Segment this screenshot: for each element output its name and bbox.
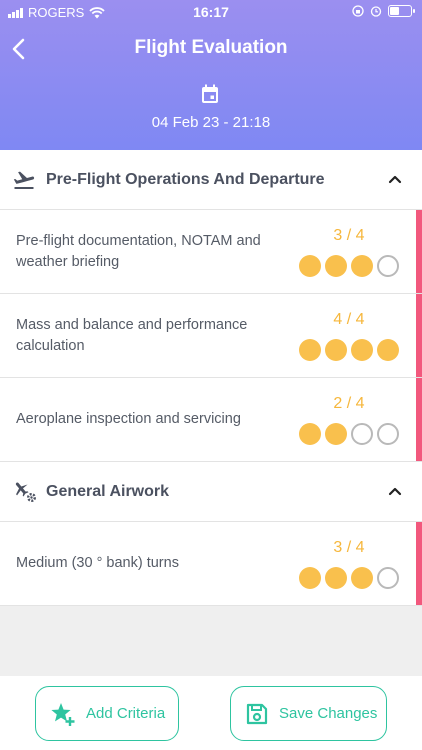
rating-dot-empty[interactable] [377,423,399,445]
criteria-row-mass-balance[interactable]: Mass and balance and performance calcula… [0,294,422,378]
rating-dot-filled[interactable] [351,339,373,361]
section-header-pre-flight[interactable]: Pre-Flight Operations And Departure [0,150,422,210]
row-marker [416,378,422,461]
criteria-label: Mass and balance and performance calcula… [16,316,248,354]
chevron-up-icon [388,175,402,184]
add-criteria-button[interactable]: Add Criteria [35,686,179,741]
alarm-icon [370,6,382,17]
page-title: Flight Evaluation [134,37,288,58]
rating-dot-filled[interactable] [299,567,321,589]
rating-dot-filled[interactable] [325,255,347,277]
score-label: 4 / 4 [333,311,365,328]
criteria-label: Medium (30 ° bank) turns [16,555,179,571]
score-label: 3 / 4 [333,227,365,244]
bottom-action-bar: Add Criteria Save Changes [0,676,422,750]
rating-dot-filled[interactable] [299,339,321,361]
star-add-icon [51,702,75,726]
rating-dot-filled[interactable] [299,423,321,445]
evaluation-list: Pre-Flight Operations And Departure Pre-… [0,150,422,606]
save-icon [246,703,268,724]
section-title: Pre-Flight Operations And Departure [46,170,325,188]
status-bar: ROGERS 16:17 [0,0,422,24]
evaluation-date: 04 Feb 23 - 21:18 [151,114,271,131]
score-label: 3 / 4 [333,539,365,556]
section-title: General Airwork [46,482,170,500]
rating-dot-filled[interactable] [351,255,373,277]
chevron-up-icon [388,487,402,496]
criteria-row-preflight-documentation[interactable]: Pre-flight documentation, NOTAM and weat… [0,210,422,294]
rating-dot-filled[interactable] [325,339,347,361]
rating-dot-filled[interactable] [325,423,347,445]
save-changes-button[interactable]: Save Changes [230,686,387,741]
battery-icon [388,5,415,17]
rating-dot-filled[interactable] [351,567,373,589]
rating[interactable] [299,255,399,277]
save-changes-label: Save Changes [279,705,378,722]
rating-dot-filled[interactable] [299,255,321,277]
rating[interactable] [299,567,399,589]
airplane-takeoff-icon [13,171,35,189]
criteria-label: Aeroplane inspection and servicing [16,411,241,427]
criteria-label: Pre-flight documentation, NOTAM and weat… [16,232,261,270]
rating-dot-filled[interactable] [325,567,347,589]
row-marker [416,294,422,377]
rating[interactable] [299,423,399,445]
rating-dot-empty[interactable] [377,255,399,277]
section-header-general-airwork[interactable]: General Airwork [0,462,422,522]
rating-dot-filled[interactable] [377,339,399,361]
rating-dot-empty[interactable] [351,423,373,445]
calendar-icon [202,84,218,103]
orientation-lock-icon [352,5,364,17]
row-marker [416,522,422,605]
header: ROGERS 16:17 Flight Evaluation 04 Feb 23… [0,0,422,150]
airplane-gear-icon [15,482,37,502]
rating[interactable] [299,339,399,361]
score-label: 2 / 4 [333,395,365,412]
criteria-row-medium-turns[interactable]: Medium (30 ° bank) turns 3 / 4 [0,522,422,606]
row-marker [416,210,422,293]
rating-dot-empty[interactable] [377,567,399,589]
add-criteria-label: Add Criteria [86,705,166,722]
criteria-row-aeroplane-inspection[interactable]: Aeroplane inspection and servicing 2 / 4 [0,378,422,462]
